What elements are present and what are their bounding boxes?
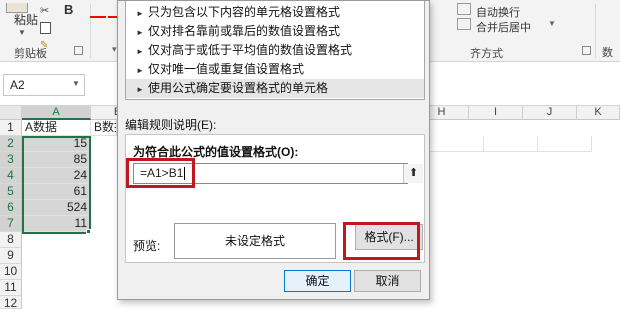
cut-icon[interactable]: ✂ <box>40 4 52 17</box>
rule-edit-panel: 为符合此公式的值设置格式(O): =A1>B1 ⬆ 预览: 未设定格式 格式(F… <box>125 134 425 263</box>
cell-a5[interactable]: 61 <box>22 184 91 200</box>
row-header-10[interactable]: 10 <box>0 264 22 280</box>
cell-a1[interactable]: A数据 <box>22 120 91 136</box>
new-formatting-rule-dialog: ► 只为包含以下内容的单元格设置格式 ► 仅对排名靠前或靠后的数值设置格式 ► 仅对高… <box>117 0 430 300</box>
text-caret <box>184 167 186 181</box>
cell-b1[interactable]: B数据 <box>91 120 117 136</box>
formula-label: 为符合此公式的值设置格式(O): <box>133 145 299 159</box>
clipboard-launcher-icon[interactable] <box>74 46 83 55</box>
wrap-text-button[interactable]: 自动换行 <box>476 4 520 20</box>
merge-center-button[interactable]: 合并后居中 <box>476 19 531 35</box>
format-button[interactable]: 格式(F)... <box>355 224 423 250</box>
grid-cell[interactable] <box>538 136 592 152</box>
cell-a4[interactable]: 24 <box>22 168 91 184</box>
triangle-right-icon: ► <box>136 85 144 94</box>
rule-type-label: 仅对排名靠前或靠后的数值设置格式 <box>148 24 341 38</box>
alignment-group-label: 齐方式 <box>470 48 503 60</box>
cancel-button[interactable]: 取消 <box>354 270 421 292</box>
rule-type-item[interactable]: ► 仅对排名靠前或靠后的数值设置格式 <box>126 22 424 41</box>
rule-type-item[interactable]: ► 仅对唯一值或重复值设置格式 <box>126 60 424 79</box>
row-header-2[interactable]: 2 <box>0 136 22 152</box>
triangle-right-icon: ► <box>136 28 144 37</box>
fill-handle[interactable] <box>86 229 91 234</box>
clipboard-group-label: 剪贴板 <box>14 48 47 60</box>
triangle-right-icon: ► <box>136 47 144 56</box>
preview-label: 预览: <box>133 239 161 253</box>
alignment-launcher-icon[interactable] <box>582 46 591 55</box>
merge-center-icon[interactable] <box>457 18 471 30</box>
column-header-j[interactable]: J <box>523 106 577 120</box>
chevron-down-icon[interactable]: ▼ <box>18 28 26 37</box>
rule-type-label: 仅对高于或低于平均值的数值设置格式 <box>148 43 353 57</box>
select-all-corner[interactable] <box>0 106 22 120</box>
ribbon-divider <box>90 4 91 58</box>
rule-description-label: 编辑规则说明(E): <box>125 118 217 132</box>
formula-text: =A1>B1 <box>140 166 184 180</box>
row-header-1[interactable]: 1 <box>0 120 22 136</box>
grid-cell[interactable] <box>430 136 484 152</box>
cell-a6[interactable]: 524 <box>22 200 91 216</box>
font-color-bar[interactable] <box>90 16 106 18</box>
rule-type-list[interactable]: ► 只为包含以下内容的单元格设置格式 ► 仅对排名靠前或靠后的数值设置格式 ► 仅对高… <box>125 1 425 100</box>
formula-input[interactable]: =A1>B1 <box>133 163 408 184</box>
row-header-7[interactable]: 7 <box>0 216 22 232</box>
row-header-6[interactable]: 6 <box>0 200 22 216</box>
column-header-a[interactable]: A <box>22 106 91 120</box>
chevron-down-icon[interactable]: ▼ <box>72 79 80 88</box>
rule-type-item[interactable]: ► 只为包含以下内容的单元格设置格式 <box>126 3 424 22</box>
row-header-9[interactable]: 9 <box>0 248 22 264</box>
row-header-11[interactable]: 11 <box>0 280 22 296</box>
column-header-i[interactable]: I <box>469 106 523 120</box>
triangle-right-icon: ► <box>136 9 144 18</box>
triangle-right-icon: ► <box>136 66 144 75</box>
collapse-dialog-icon[interactable]: ⬆ <box>403 164 423 183</box>
rule-type-label: 使用公式确定要设置格式的单元格 <box>148 81 329 95</box>
ok-button[interactable]: 确定 <box>284 270 351 292</box>
rule-type-item-selected[interactable]: ► 使用公式确定要设置格式的单元格 <box>126 79 424 98</box>
row-header-5[interactable]: 5 <box>0 184 22 200</box>
cell-a2[interactable]: 15 <box>22 136 91 152</box>
number-group-label: 数 <box>602 47 613 59</box>
row-header-8[interactable]: 8 <box>0 232 22 248</box>
wrap-text-icon[interactable] <box>457 3 471 15</box>
grid-cell[interactable] <box>484 136 538 152</box>
bold-button[interactable]: B <box>64 2 73 17</box>
row-header-3[interactable]: 3 <box>0 152 22 168</box>
row-header-12[interactable]: 12 <box>0 296 22 309</box>
cell-a7[interactable]: 11 <box>22 216 91 232</box>
rule-type-item[interactable]: ► 仅对高于或低于平均值的数值设置格式 <box>126 41 424 60</box>
ribbon-divider <box>595 4 596 58</box>
column-header-k[interactable]: K <box>577 106 620 120</box>
format-preview: 未设定格式 <box>174 223 336 259</box>
font-launcher-icon[interactable]: ▾ <box>112 44 117 55</box>
rule-type-label: 只为包含以下内容的单元格设置格式 <box>148 5 341 19</box>
row-header-4[interactable]: 4 <box>0 168 22 184</box>
rule-type-label: 仅对唯一值或重复值设置格式 <box>148 62 305 76</box>
paste-button[interactable]: 粘贴 <box>14 11 38 28</box>
copy-icon[interactable] <box>40 22 51 34</box>
chevron-down-icon[interactable]: ▼ <box>548 19 556 28</box>
cell-a3[interactable]: 85 <box>22 152 91 168</box>
